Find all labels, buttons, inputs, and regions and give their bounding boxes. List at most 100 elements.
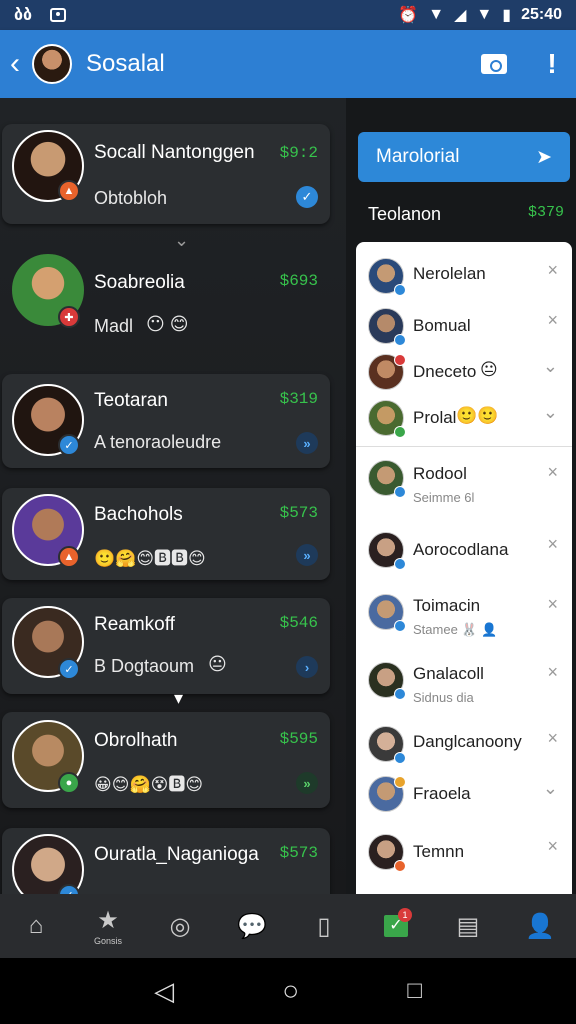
person-name: Toimacin [413,596,481,615]
feed-subtitle: Obtobloh [94,188,168,208]
status-dot [394,354,406,366]
status-dot [394,688,406,700]
filter-label: Marolorial [376,146,460,167]
feed-card[interactable]: ✚ Soabreolia $693 Madl 😶 😊 [2,248,330,344]
feed-subtitle: B Dogtaoum [94,656,195,676]
status-bar: ბბ ⏰ ▼ ◢ ▼ ▮ 25:40 [0,0,576,30]
list-item[interactable]: Dneceto 😐 ⌄ [356,350,572,394]
person-name: Fraoela [413,784,471,803]
home-icon[interactable]: ⌂ [16,904,56,948]
feed-card[interactable]: ✓ Reamkoff $546 B Dogtaoum 😐 › [2,598,330,694]
list-item[interactable]: Nerolelan × [356,254,572,298]
close-icon[interactable]: × [547,836,558,857]
person-status: Seimme 6l [413,490,475,505]
status-dot [394,426,406,438]
alarm-icon: ⏰ [398,7,419,24]
close-icon[interactable]: × [547,462,558,483]
close-icon[interactable]: × [547,534,558,555]
list-item[interactable]: Aorocodlana × [356,528,572,576]
list-item[interactable]: Temnn × [356,832,572,882]
tasks-icon[interactable]: ✓ 1 [376,904,416,948]
feed-list[interactable]: ▲ Socall Nantonggen $9:2 Obtobloh ✓ ⌄ ✚ … [0,98,346,894]
chevron-down-icon[interactable]: ⌄ [543,778,558,799]
feed-amount: $9:2 [279,144,318,162]
list-item[interactable]: Rodool Seimme 6l × [356,456,572,510]
total-row: Teolanon $379 [368,204,564,225]
feed-card[interactable]: ✓ Teotaran $319 A tenoraoleudre » [2,374,330,468]
feed-card[interactable]: ✓ Ouratla_Naganioga $573 [2,828,330,894]
back-arrow-icon[interactable]: ‹ [10,47,28,81]
feed-name: Ouratla_Naganioga [94,844,259,865]
profile-icon[interactable]: 👤 [520,904,560,948]
person-name: Dneceto [413,362,477,381]
signal-icon: ◢ [454,7,467,24]
double-chevron-icon[interactable]: » [296,772,318,794]
list-item[interactable]: Fraoela ⌄ [356,774,572,822]
list-item[interactable]: Toimacin Stamee 🐰 👤 × [356,590,572,644]
side-panel: Marolorial ➤ Teolanon $379 Nerolelan × B… [346,98,576,894]
people-list[interactable]: Nerolelan × Bomual × Dneceto 😐 ⌄ Prolal … [356,242,572,894]
feed-amount: $573 [279,844,318,862]
chevron-down-icon[interactable]: ▾ [174,688,183,709]
feed-emoji: 😐 [208,654,227,674]
wifi-icon: ▼ [428,6,445,23]
status-dot [394,752,406,764]
filter-dropdown[interactable]: Marolorial ➤ [358,132,570,182]
chevron-down-icon[interactable]: ⌄ [543,356,558,377]
close-icon[interactable]: × [547,310,558,331]
person-name: Bomual [413,316,471,335]
divider [356,446,572,447]
chevron-right-icon[interactable]: › [296,656,318,678]
person-name: Gnalacoll [413,664,484,683]
status-app-glyph: ბბ [14,7,33,24]
status-badge: ▲ [58,546,80,568]
compass-icon[interactable]: ◎ [160,904,200,948]
alert-button[interactable]: ! [538,48,566,79]
recents-square-icon[interactable]: □ [407,977,422,1005]
close-icon[interactable]: × [547,260,558,281]
list-item[interactable]: Danglcanoony × [356,724,572,772]
feed-amount: $595 [279,730,318,748]
app-bar: ‹ Sosalal ! [0,30,576,98]
person-name: Aorocodlana [413,540,509,559]
close-icon[interactable]: × [547,662,558,683]
feed-card[interactable]: ▲ Socall Nantonggen $9:2 Obtobloh ✓ [2,124,330,224]
feed-subtitle: A tenoraoleudre [94,432,222,452]
status-badge: ● [58,772,80,794]
feed-name: Reamkoff [94,614,175,635]
double-chevron-icon[interactable]: » [296,432,318,454]
chat-icon[interactable]: 💬 [232,904,272,948]
back-triangle-icon[interactable]: ◁ [154,976,174,1007]
feed-emoji: 🙂🤗😊🅱🅱😊 [94,549,206,568]
list-item[interactable]: Bomual × [356,304,572,348]
system-nav-bar: ◁ ○ □ [0,958,576,1024]
folder-button[interactable] [480,51,508,77]
star-tab[interactable]: ★ Gonsis [88,904,128,948]
person-status: Sidnus dia [413,690,474,705]
phone-icon[interactable]: ▯ [304,904,344,948]
status-dot [394,334,406,346]
feed-amount: $693 [279,272,318,290]
notification-badge: 1 [398,908,412,922]
feed-card[interactable]: ● Obrolhath $595 😀😊🤗😵🅱😊 » [2,712,330,808]
alert-icon: ! [547,48,557,79]
home-circle-icon[interactable]: ○ [282,975,299,1007]
double-chevron-icon[interactable]: » [296,544,318,566]
close-icon[interactable]: × [547,728,558,749]
star-tab-label: Gonsis [93,936,122,946]
feed-amount: $546 [279,614,318,632]
list-item[interactable]: Gnalacoll Sidnus dia × [356,658,572,712]
person-name: Danglcanoony [413,732,522,751]
feed-amount: $573 [279,504,318,522]
person-name: Temnn [413,842,465,861]
chevron-down-icon[interactable]: ⌄ [543,402,558,423]
close-icon[interactable]: × [547,594,558,615]
feed-subtitle: Madl [94,316,134,336]
feed-card[interactable]: ▲ Bachohols $573 🙂🤗😊🅱🅱😊 » [2,488,330,580]
wifi-icon-2: ▼ [476,6,493,23]
feed-emoji: 😶 😊 [146,314,189,334]
profile-avatar[interactable] [32,44,72,84]
list-item[interactable]: Prolal 🙂🙂 ⌄ [356,396,572,440]
battery-tab-icon[interactable]: ▤ [448,904,488,948]
check-icon[interactable]: ✓ [296,186,318,208]
